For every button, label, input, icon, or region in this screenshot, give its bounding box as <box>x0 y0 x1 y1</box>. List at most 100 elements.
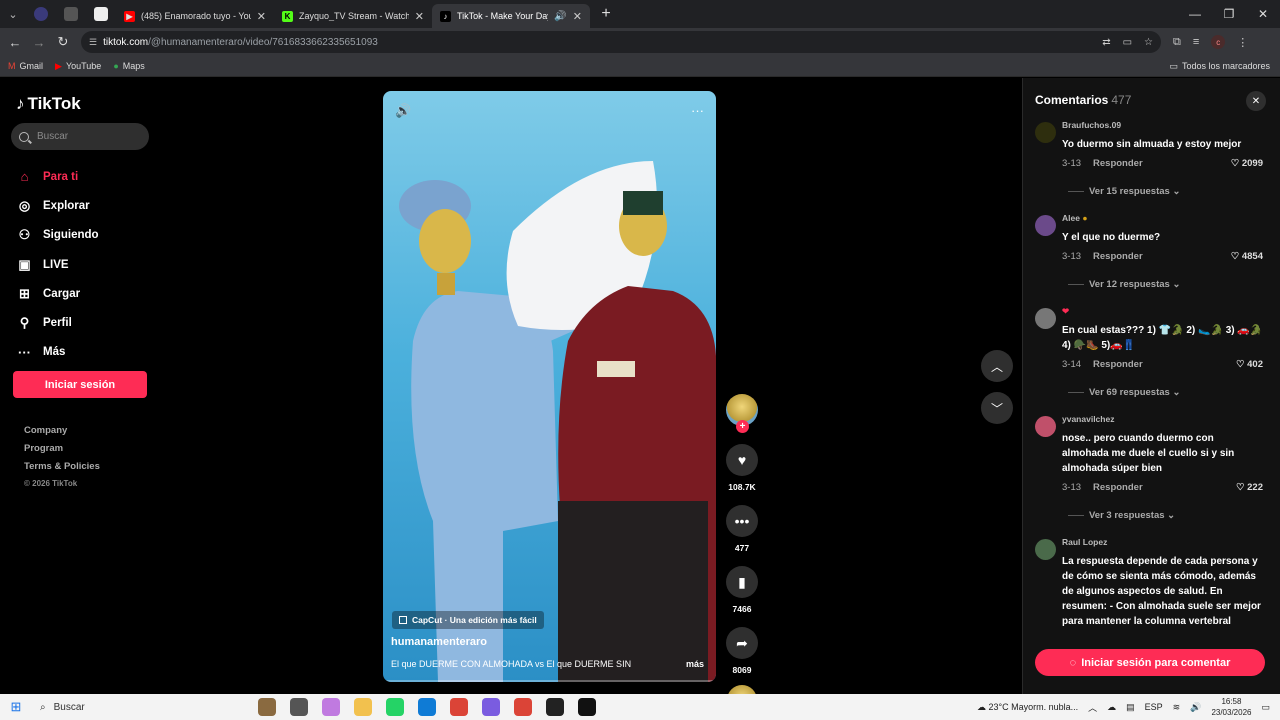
chrome-icon[interactable] <box>450 698 468 716</box>
edge-icon[interactable] <box>418 698 436 716</box>
bookmark-maps[interactable]: ● Maps <box>113 61 144 71</box>
volume-icon[interactable]: 🔊 <box>395 103 411 119</box>
tiktok-app-icon[interactable] <box>546 698 564 716</box>
restore-button[interactable]: ❐ <box>1212 7 1246 21</box>
video-author[interactable]: humanamenteraro <box>391 636 487 648</box>
tab-search-chevron-icon[interactable]: ⌄ <box>0 0 26 28</box>
comment-like-button[interactable]: ♡ 2099 <box>1231 158 1263 172</box>
terminal-app-icon[interactable] <box>578 698 596 716</box>
nav-cargar[interactable]: ⊞ Cargar <box>16 279 99 308</box>
nav-mas[interactable]: ··· Más <box>16 338 99 367</box>
forward-button[interactable]: → <box>27 35 51 50</box>
browser-tab-youtube[interactable]: ▶ (485) Enamorado tuyo - YouTube ✕ <box>116 4 274 28</box>
browser-tab-kick[interactable]: K Zayquo_TV Stream - Watch Live ✕ <box>274 4 432 28</box>
browser-tab-tiktok[interactable]: ♪ TikTok - Make Your Day 🔊 ✕ <box>432 4 590 28</box>
follow-plus-button[interactable]: + <box>736 420 749 433</box>
pinned-tab-2[interactable] <box>56 3 86 25</box>
file-explorer-icon[interactable] <box>354 698 372 716</box>
reply-button[interactable]: Responder <box>1093 158 1143 172</box>
comment-avatar[interactable] <box>1035 416 1056 437</box>
view-replies-button[interactable]: Ver 15 respuestas ⌄ <box>1062 186 1263 197</box>
pinned-tab-3[interactable] <box>86 3 116 25</box>
capcut-badge[interactable]: CapCut · Una edición más fácil <box>392 611 544 629</box>
share-action[interactable]: ➦ 8069 <box>724 627 760 675</box>
all-bookmarks[interactable]: ▭ Todos los marcadores <box>1169 61 1270 72</box>
heart-icon[interactable]: ♥ <box>726 444 758 476</box>
comment-like-button[interactable]: ♡ 402 <box>1236 359 1263 373</box>
reload-button[interactable]: ↻ <box>51 34 75 50</box>
copilot-icon[interactable] <box>322 698 340 716</box>
reply-button[interactable]: Responder <box>1093 359 1143 373</box>
bookmark-star-icon[interactable]: ☆ <box>1144 37 1153 48</box>
speaker-icon[interactable]: 🔊 <box>554 11 566 22</box>
discord-icon[interactable] <box>482 698 500 716</box>
close-tab-icon[interactable]: ✕ <box>415 10 424 23</box>
extensions-icon[interactable]: ⧉ <box>1173 36 1181 49</box>
windows-start-icon[interactable]: ⊞ <box>0 699 32 715</box>
footer-link-company[interactable]: Company <box>24 425 100 443</box>
address-bar[interactable]: ☰ tiktok.com/@humanamenteraro/video/7616… <box>81 31 1161 53</box>
close-tab-icon[interactable]: ✕ <box>257 10 266 23</box>
close-window-button[interactable]: ✕ <box>1246 7 1280 21</box>
tiktok-logo[interactable]: ♪ TikTok <box>16 94 81 114</box>
cast-icon[interactable]: ▭ <box>1123 37 1132 48</box>
share-icon[interactable]: ➦ <box>726 627 758 659</box>
network-icon[interactable]: ▤ <box>1126 702 1135 713</box>
bookmark-icon[interactable]: ▮ <box>726 566 758 598</box>
clock[interactable]: 16:58 23/03/2026 <box>1211 696 1251 718</box>
comment-user[interactable]: Alee ● <box>1062 213 1263 227</box>
profile-avatar[interactable]: c <box>1211 35 1226 49</box>
view-replies-button[interactable]: Ver 3 respuestas ⌄ <box>1062 510 1263 521</box>
comment-avatar[interactable] <box>1035 215 1056 236</box>
comment-user[interactable]: yvanavilchez <box>1062 414 1263 428</box>
notifications-icon[interactable]: ▭ <box>1261 702 1270 713</box>
taskbar-search[interactable]: ⌕ Buscar <box>32 696 216 718</box>
volume-tray-icon[interactable]: 🔊 <box>1190 702 1201 713</box>
close-comments-button[interactable]: ✕ <box>1246 91 1266 111</box>
reply-button[interactable]: Responder <box>1093 251 1143 265</box>
pinned-tab-1[interactable] <box>26 3 56 25</box>
login-to-comment-button[interactable]: ◌ Iniciar sesión para comentar <box>1035 649 1265 676</box>
view-replies-button[interactable]: Ver 69 respuestas ⌄ <box>1062 387 1263 398</box>
whatsapp-icon[interactable] <box>386 698 404 716</box>
bookmark-gmail[interactable]: M Gmail <box>8 61 43 71</box>
new-tab-button[interactable]: + <box>596 5 616 23</box>
footer-link-program[interactable]: Program <box>24 443 100 461</box>
creator-avatar[interactable]: + <box>726 394 758 433</box>
browser-menu-icon[interactable]: ⋮ <box>1237 36 1248 49</box>
like-action[interactable]: ♥ 108.7K <box>724 444 760 492</box>
video-player[interactable]: 🔊 ··· CapCut · Una edición más fácil hum… <box>383 91 716 682</box>
video-more-icon[interactable]: ··· <box>691 103 704 119</box>
comment-icon[interactable]: ••• <box>726 505 758 537</box>
nav-perfil[interactable]: ⚲ Perfil <box>16 308 99 337</box>
task-view-icon[interactable] <box>290 698 308 716</box>
bookmark-youtube[interactable]: ▶ YouTube <box>55 61 101 72</box>
comment-avatar[interactable] <box>1035 308 1056 329</box>
translate-icon[interactable]: ⇄ <box>1102 37 1110 48</box>
reply-button[interactable]: Responder <box>1093 482 1143 496</box>
comment-avatar[interactable] <box>1035 539 1056 560</box>
save-action[interactable]: ▮ 7466 <box>724 566 760 614</box>
footer-link-terms[interactable]: Terms & Policies <box>24 461 100 479</box>
comment-like-button[interactable]: ♡ 4854 <box>1231 251 1263 265</box>
comment-like-button[interactable]: ♡ 222 <box>1236 482 1263 496</box>
comment-user[interactable]: Raul Lopez <box>1062 537 1263 551</box>
nav-explorar[interactable]: ◎ Explorar <box>16 191 99 220</box>
weather-widget[interactable]: ☁ 23°C Mayorm. nubla... <box>977 702 1078 713</box>
lang-indicator[interactable]: ESP <box>1145 702 1163 712</box>
search-input[interactable]: Buscar <box>11 123 149 150</box>
comment-user[interactable]: ❤ <box>1062 306 1263 320</box>
onedrive-icon[interactable]: ☁ <box>1107 702 1116 713</box>
reading-list-icon[interactable]: ≡ <box>1193 36 1199 48</box>
video-progress-bar[interactable] <box>383 680 716 682</box>
comment-action[interactable]: ••• 477 <box>724 505 760 553</box>
comment-avatar[interactable] <box>1035 122 1056 143</box>
next-video-button[interactable]: ﹀ <box>981 392 1013 424</box>
nav-live[interactable]: ▣ LIVE <box>16 250 99 279</box>
wifi-icon[interactable]: ≋ <box>1173 702 1181 713</box>
widget-app-icon[interactable] <box>258 698 276 716</box>
login-button[interactable]: Iniciar sesión <box>13 371 147 398</box>
video-more-link[interactable]: más <box>686 659 704 669</box>
close-tab-icon[interactable]: ✕ <box>573 10 582 23</box>
previous-video-button[interactable]: ︿ <box>981 350 1013 382</box>
